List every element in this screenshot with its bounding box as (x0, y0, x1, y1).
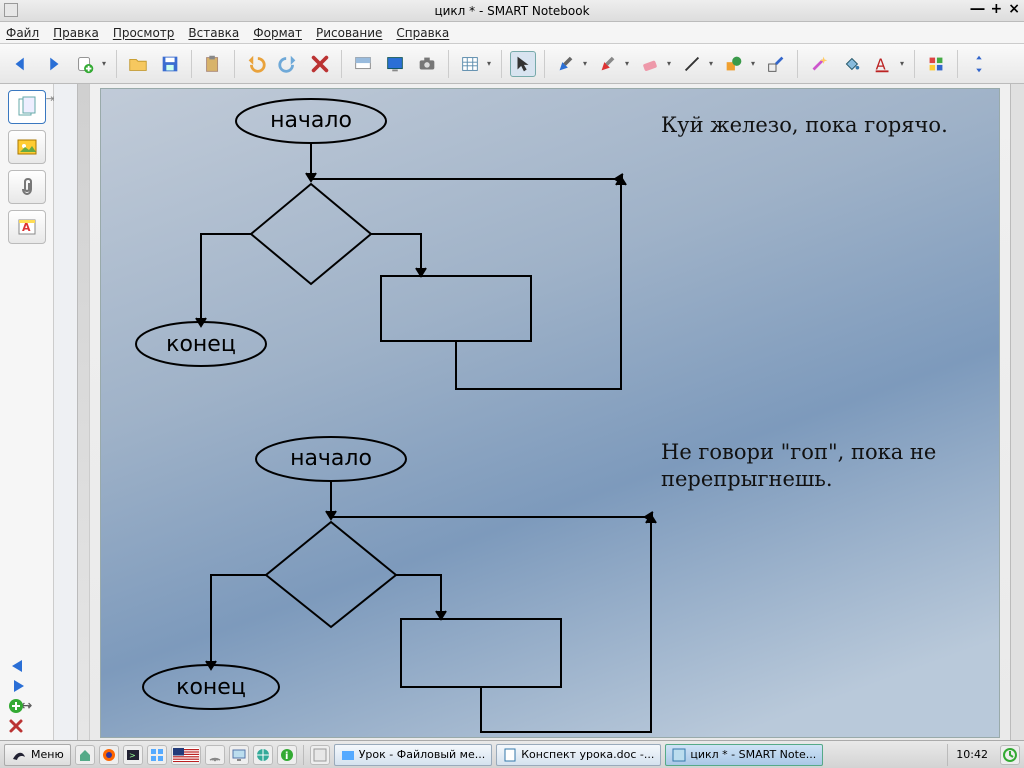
tray-network-icon[interactable] (205, 745, 225, 765)
tray-smart-icon[interactable] (310, 745, 330, 765)
taskbar: Меню > i Урок - Файловый ме... Конспект … (0, 740, 1024, 768)
open-button[interactable] (125, 51, 151, 77)
table-button[interactable] (457, 51, 483, 77)
nav-next-icon[interactable] (8, 678, 30, 694)
show-desktop-icon[interactable] (1000, 745, 1020, 765)
nav-add-icon[interactable] (8, 698, 24, 714)
prev-page-button[interactable] (8, 51, 34, 77)
properties-button[interactable] (923, 51, 949, 77)
thumbnail-scrollbar[interactable] (77, 84, 89, 740)
tray-info-icon[interactable]: i (277, 745, 297, 765)
select-tool[interactable] (510, 51, 536, 77)
add-page-button[interactable] (72, 51, 98, 77)
start-menu-button[interactable]: Меню (4, 744, 71, 766)
taskbar-item-file-manager[interactable]: Урок - Файловый ме... (334, 744, 493, 766)
attachments-tab[interactable] (8, 170, 46, 204)
magic-pen-tool[interactable] (806, 51, 832, 77)
add-page-dropdown[interactable]: ▾ (100, 51, 108, 77)
page-thumbnail-strip (54, 84, 90, 740)
page-sorter-tab[interactable] (8, 90, 46, 124)
move-toolbar-button[interactable] (966, 51, 992, 77)
svg-text:i: i (285, 751, 288, 762)
line-dropdown[interactable]: ▾ (707, 51, 715, 77)
redo-button[interactable] (275, 51, 301, 77)
svg-text:>: > (129, 751, 136, 760)
next-page-button[interactable] (40, 51, 66, 77)
paste-button[interactable] (200, 51, 226, 77)
menu-insert[interactable]: Вставка (188, 26, 239, 40)
gallery-tab[interactable] (8, 130, 46, 164)
slide-page[interactable]: Куй железо, пока горячо. Не говори "гоп"… (100, 88, 1000, 738)
flowchart-top-end-label: конец (166, 332, 236, 357)
tray-display-icon[interactable] (229, 745, 249, 765)
fullscreen-button[interactable] (382, 51, 408, 77)
tray-terminal-icon[interactable]: > (123, 745, 143, 765)
eraser-dropdown[interactable]: ▾ (665, 51, 673, 77)
taskbar-item-label: цикл * - SMART Note... (690, 748, 816, 761)
flowchart-top-start-label: начало (270, 108, 352, 133)
menu-view[interactable]: Просмотр (113, 26, 175, 40)
flowchart-bottom[interactable]: начало конец (101, 427, 1001, 740)
delete-button[interactable] (307, 51, 333, 77)
menu-edit[interactable]: Правка (53, 26, 99, 40)
menu-format[interactable]: Формат (253, 26, 302, 40)
capture-button[interactable] (414, 51, 440, 77)
line-tool[interactable] (679, 51, 705, 77)
shape-dropdown[interactable]: ▾ (749, 51, 757, 77)
canvas-scrollbar[interactable] (1010, 84, 1024, 740)
pen-dropdown[interactable]: ▾ (581, 51, 589, 77)
app-icon (4, 3, 18, 17)
flowchart-bottom-start-label: начало (290, 446, 372, 471)
fill-tool[interactable] (838, 51, 864, 77)
taskbar-item-document[interactable]: Конспект урока.doc -... (496, 744, 661, 766)
nav-prev-icon[interactable] (8, 658, 30, 674)
flowchart-top[interactable]: начало конец (101, 89, 1001, 419)
tray-keyboard-layout-icon[interactable] (171, 745, 201, 765)
nav-delete-icon[interactable] (8, 718, 24, 734)
creative-pen-dropdown[interactable]: ▾ (623, 51, 631, 77)
undo-button[interactable] (243, 51, 269, 77)
menu-file[interactable]: Файл (6, 26, 39, 40)
toolbar: ▾ ▾ ▾ ▾ ▾ ▾ ▾ A ▾ (0, 44, 1024, 84)
side-tabs: ⇥ A ↔ ▾ (0, 84, 54, 740)
text-tool[interactable]: A (870, 51, 896, 77)
tray-windows-icon[interactable] (147, 745, 167, 765)
tray-home-icon[interactable] (75, 745, 95, 765)
text-properties-tab[interactable]: A (8, 210, 46, 244)
eraser-tool[interactable] (637, 51, 663, 77)
pen-tool[interactable] (553, 51, 579, 77)
close-button[interactable]: × (1008, 1, 1020, 17)
tray-firefox-icon[interactable] (99, 745, 119, 765)
taskbar-item-label: Конспект урока.doc -... (521, 748, 654, 761)
creative-pen-tool[interactable] (595, 51, 621, 77)
table-dropdown[interactable]: ▾ (485, 51, 493, 77)
maximize-button[interactable]: + (991, 1, 1003, 17)
menubar: Файл Правка Просмотр Вставка Формат Рисо… (0, 22, 1024, 44)
nav-add-dropdown[interactable]: ▾ (27, 702, 31, 711)
save-button[interactable] (157, 51, 183, 77)
window-title: цикл * - SMART Notebook (434, 4, 589, 18)
minimize-button[interactable]: ― (971, 1, 985, 17)
flowchart-bottom-end-label: конец (176, 675, 246, 700)
menu-help[interactable]: Справка (396, 26, 449, 40)
taskbar-item-label: Урок - Файловый ме... (359, 748, 486, 761)
shape-pen-tool[interactable] (763, 51, 789, 77)
taskbar-item-smart-notebook[interactable]: цикл * - SMART Note... (665, 744, 823, 766)
menu-draw[interactable]: Рисование (316, 26, 382, 40)
text-dropdown[interactable]: ▾ (898, 51, 906, 77)
canvas-area: Куй железо, пока горячо. Не говори "гоп"… (90, 84, 1024, 740)
start-menu-label: Меню (31, 748, 64, 761)
screen-shade-button[interactable] (350, 51, 376, 77)
shape-tool[interactable] (721, 51, 747, 77)
taskbar-clock[interactable]: 10:42 (947, 744, 996, 766)
tray-globe-icon[interactable] (253, 745, 273, 765)
window-titlebar: цикл * - SMART Notebook ― + × (0, 0, 1024, 22)
